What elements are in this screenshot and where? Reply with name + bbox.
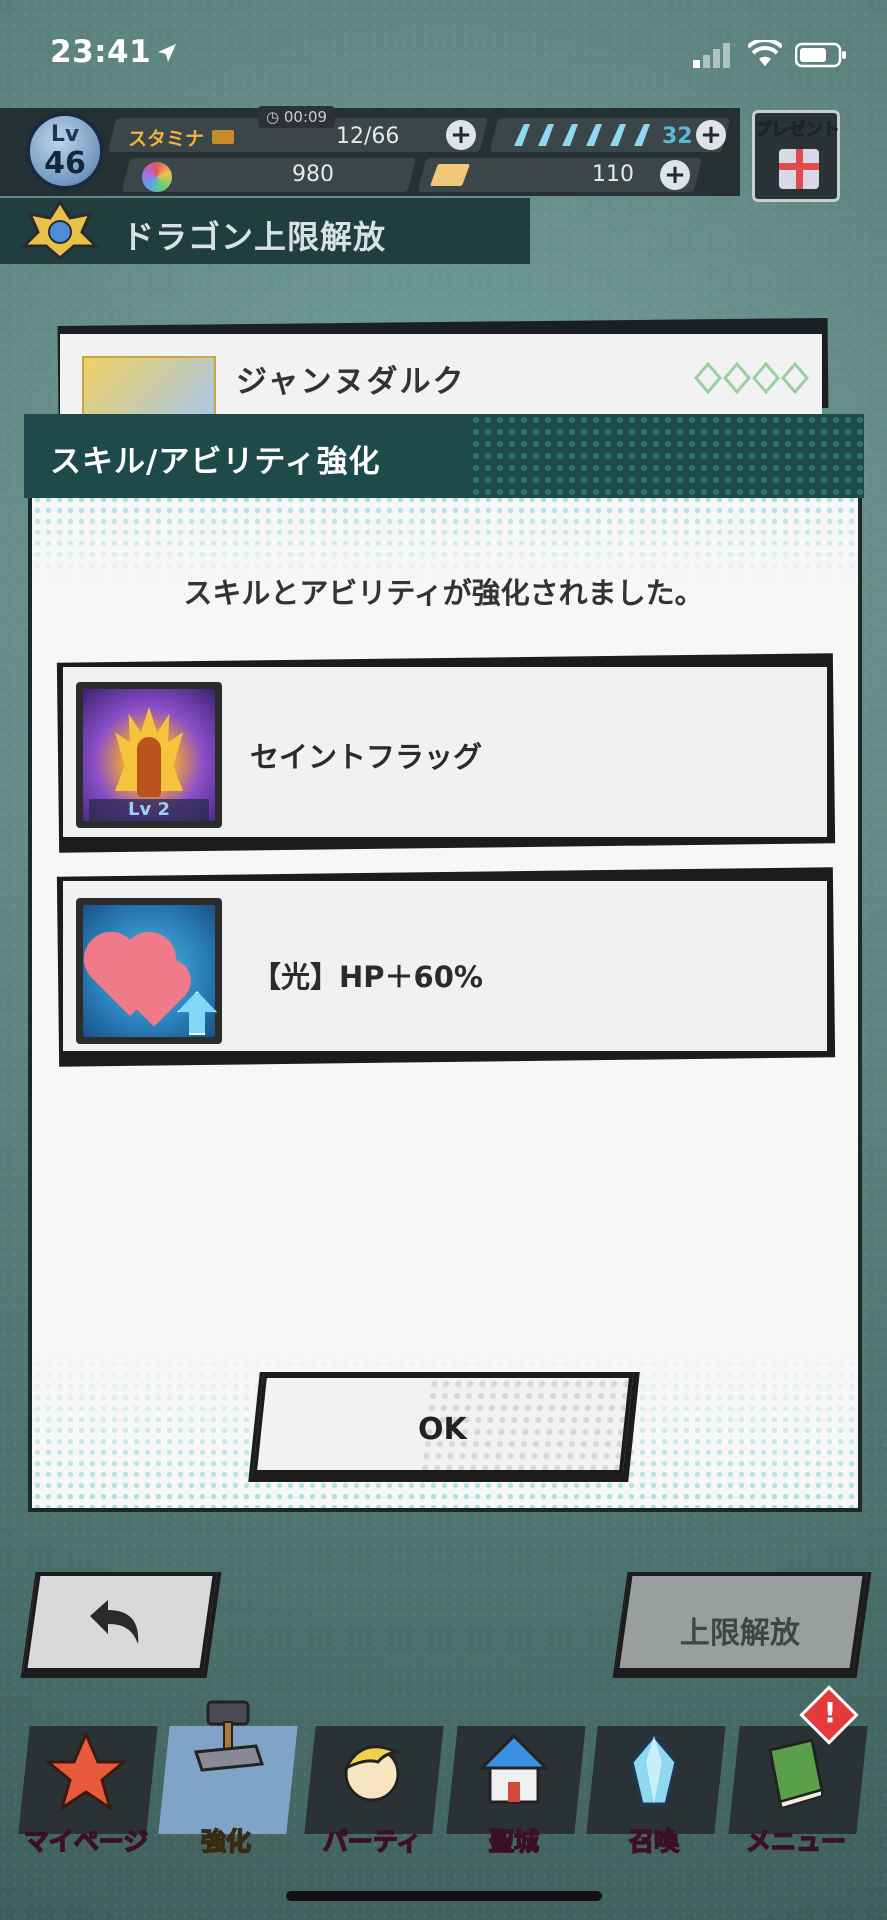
saint-flag-icon: Lv 2 (83, 689, 215, 821)
tab-label: メニュー (745, 1826, 847, 1857)
tab-mypage[interactable]: マイページ (18, 1718, 158, 1857)
location-arrow-icon (158, 44, 176, 62)
tab-label: 強化 (200, 1826, 252, 1857)
gift-icon (779, 149, 819, 189)
heart-shape (123, 965, 185, 1027)
tab-label: 聖城 (488, 1826, 540, 1857)
stamina-timer: ◷ 00:09 (258, 106, 336, 128)
modal-header-pattern (470, 414, 864, 498)
back-arrow-icon (90, 1600, 139, 1644)
ok-button-label: OK (418, 1412, 467, 1447)
summon-icon (630, 1733, 678, 1806)
notification-badge-mark: ! (823, 1696, 837, 1729)
stamina-timer-value: 00:09 (283, 108, 328, 126)
castle-icon (478, 1733, 550, 1804)
player-level-badge[interactable]: Lv 46 (26, 112, 104, 190)
rainbow-gem-icon (142, 162, 172, 192)
stamina-label: スタミナ (128, 128, 205, 150)
enhance-icon (193, 1700, 265, 1772)
menu-book-icon (768, 1738, 824, 1810)
dragon-crest-icon (20, 200, 100, 260)
stamina-add-button[interactable]: + (446, 120, 476, 150)
tab-label: マイページ (23, 1826, 149, 1857)
wings-icon (514, 124, 650, 146)
modal-message: スキルとアビリティが強化されました。 (183, 576, 704, 610)
level-value: 46 (44, 146, 86, 181)
party-icon (342, 1745, 401, 1802)
figure-shape (137, 737, 161, 797)
skill-level-badge: Lv 2 (89, 799, 209, 821)
character-name: ジャンヌダルク (236, 364, 466, 400)
level-label: Lv (50, 122, 80, 147)
tickets-add-button[interactable]: + (660, 160, 690, 190)
tickets-value: 110 (592, 162, 634, 187)
page-title: ドラゴン上限解放 (122, 218, 387, 256)
skill-name: セイントフラッグ (250, 740, 483, 774)
rarity-diamonds-icon (694, 362, 809, 394)
tab-summon[interactable]: 召喚 (586, 1718, 726, 1857)
wings-value: 32 (662, 124, 693, 149)
tab-enhance[interactable]: 強化 (158, 1700, 298, 1857)
mypage-icon (46, 1732, 126, 1812)
status-time: 23:41 (50, 34, 152, 70)
stamina-value: 12/66 (336, 124, 400, 149)
character-portrait (82, 356, 216, 420)
limit-break-label: 上限解放 (679, 1616, 800, 1651)
tab-party[interactable]: パーティ (304, 1718, 444, 1857)
gems-value: 980 (292, 162, 334, 187)
tab-label: パーティ (322, 1826, 422, 1857)
up-arrow-icon (177, 991, 217, 1035)
battery-icon (795, 42, 846, 68)
hp-up-icon (83, 905, 217, 1037)
stamina-icon (212, 130, 234, 144)
limit-break-button[interactable]: 上限解放 (614, 1572, 868, 1672)
tab-castle[interactable]: 聖城 (446, 1718, 586, 1857)
modal-title: スキル/アビリティ強化 (50, 444, 381, 480)
cellular-signal-icon (693, 43, 730, 68)
home-indicator[interactable] (286, 1891, 602, 1901)
wifi-icon (748, 40, 782, 66)
clock-icon: ◷ (266, 108, 284, 126)
tab-label: 召喚 (628, 1826, 680, 1857)
present-label: プレゼント (754, 120, 840, 141)
ok-button[interactable]: OK (252, 1374, 634, 1474)
tab-menu[interactable]: メニュー (728, 1718, 868, 1857)
wings-add-button[interactable]: + (696, 120, 726, 150)
ability-name: 【光】HP＋60% (252, 960, 483, 994)
present-button[interactable]: プレゼント (752, 110, 840, 202)
